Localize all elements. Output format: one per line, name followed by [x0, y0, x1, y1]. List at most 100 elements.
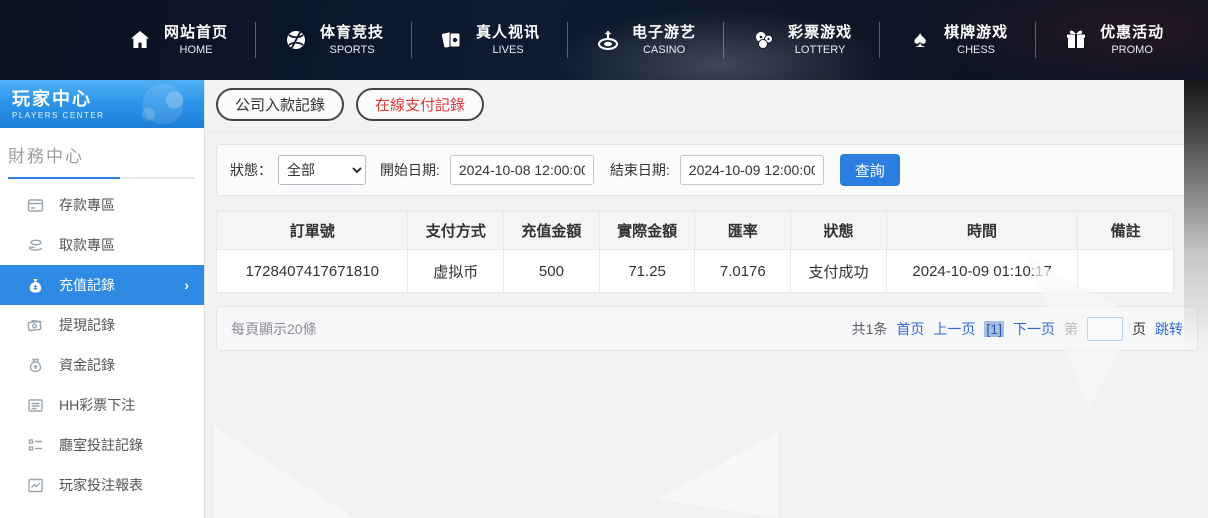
sidebar-item-player-bet-report[interactable]: 玩家投注報表: [0, 465, 204, 505]
sidebar-item-hh-lottery-bets[interactable]: HH彩票下注: [0, 385, 204, 425]
filter-bar: 狀態： 全部 開始日期: 結束日期: 查詢: [216, 144, 1198, 196]
report-chart-icon: [27, 477, 44, 494]
sidebar-title: 玩家中心: [12, 87, 204, 111]
sidebar-menu: 存款專區 取款專區 充值記錄 › 提現記錄 資金記錄: [0, 185, 204, 505]
page-size-text: 每頁顯示20條: [231, 319, 317, 339]
next-page-link[interactable]: 下一页: [1013, 319, 1055, 339]
cell-status: 支付成功: [791, 250, 887, 293]
finance-section-header: 財務中心: [0, 128, 204, 179]
nav-label-zh: 电子游艺: [632, 23, 696, 43]
jump-action-link[interactable]: 跳转: [1155, 319, 1183, 339]
list-icon: [27, 397, 44, 414]
nav-item-casino[interactable]: 电子游艺 CASINO: [568, 23, 723, 57]
col-header-actual-amount: 實際金額: [599, 212, 695, 250]
nav-label-zh: 彩票游戏: [788, 23, 852, 43]
record-tabs: 公司入款記錄 在線支付記錄: [206, 80, 1208, 132]
funds-bag-icon: [27, 357, 44, 374]
personal-center-section-title: 個人中心: [0, 505, 204, 518]
tab-company-deposit-records[interactable]: 公司入款記錄: [216, 88, 344, 121]
checklist-icon: [27, 437, 44, 454]
money-bag-icon: [27, 277, 44, 294]
home-icon: [127, 27, 153, 53]
players-center-header: 玩家中心 PLAYERS CENTER: [0, 80, 204, 128]
nav-label-en: CHESS: [944, 43, 1008, 57]
spade-icon: ♠: [907, 27, 933, 53]
cell-order-no: 1728407417671810: [217, 250, 408, 293]
nav-item-lives[interactable]: 真人视讯 LIVES: [412, 23, 567, 57]
sidebar-item-withdraw-zone[interactable]: 取款專區: [0, 225, 204, 265]
chevron-right-icon: ›: [184, 277, 189, 293]
cell-exchange-rate: 7.0176: [695, 250, 791, 293]
sports-ball-icon: [283, 27, 309, 53]
col-header-recharge-amount: 充值金額: [504, 212, 600, 250]
col-header-exchange-rate: 匯率: [695, 212, 791, 250]
tab-online-payment-records[interactable]: 在線支付記錄: [356, 88, 484, 121]
cash-note-icon: [27, 317, 44, 334]
playing-cards-icon: [439, 27, 465, 53]
col-header-status: 狀態: [791, 212, 887, 250]
sidebar-item-label: 存款專區: [59, 195, 115, 215]
nav-label-zh: 优惠活动: [1100, 23, 1164, 43]
nav-item-home[interactable]: 网站首页 HOME: [100, 23, 255, 57]
lottery-balls-icon: [751, 27, 777, 53]
nav-label-zh: 体育竞技: [320, 23, 384, 43]
sidebar-item-label: 廳室投註記錄: [59, 435, 143, 455]
nav-label-zh: 棋牌游戏: [944, 23, 1008, 43]
nav-item-chess[interactable]: ♠ 棋牌游戏 CHESS: [880, 23, 1035, 57]
cell-remark: [1078, 250, 1174, 293]
col-header-remark: 備註: [1078, 212, 1174, 250]
finance-section-title: 財務中心: [8, 142, 194, 177]
search-button[interactable]: 查詢: [840, 154, 900, 186]
table-header-row: 訂單號 支付方式 充值金額 實際金額 匯率 狀態 時間 備註: [217, 212, 1174, 250]
sidebar-item-withdrawal-records[interactable]: 提現記錄: [0, 305, 204, 345]
nav-label-en: LOTTERY: [788, 43, 852, 57]
sidebar-item-funds-records[interactable]: 資金記錄: [0, 345, 204, 385]
status-label: 狀態：: [230, 160, 272, 180]
table-row: 1728407417671810 虚拟币 500 71.25 7.0176 支付…: [217, 250, 1174, 293]
roulette-icon: [595, 27, 621, 53]
nav-item-sports[interactable]: 体育竞技 SPORTS: [256, 23, 411, 57]
total-count-text: 共1条: [852, 319, 888, 339]
nav-item-promo[interactable]: 优惠活动 PROMO: [1036, 23, 1191, 57]
sidebar-item-deposit-zone[interactable]: 存款專區: [0, 185, 204, 225]
status-select[interactable]: 全部: [278, 155, 366, 185]
sidebar: 玩家中心 PLAYERS CENTER 財務中心 存款專區 取款專區 充值記錄 …: [0, 80, 205, 518]
nav-label-zh: 网站首页: [164, 23, 228, 43]
decorative-triangle: [658, 432, 778, 518]
prev-page-link[interactable]: 上一页: [933, 319, 975, 339]
col-header-order-no: 訂單號: [217, 212, 408, 250]
nav-label-en: CASINO: [632, 43, 696, 57]
top-navigation: 网站首页 HOME 体育竞技 SPORTS 真人视讯 LIVES 电子游艺 CA…: [0, 0, 1208, 80]
start-date-input[interactable]: [450, 155, 594, 185]
sidebar-subtitle: PLAYERS CENTER: [12, 111, 204, 120]
sidebar-item-label: 資金記錄: [59, 355, 115, 375]
nav-label-zh: 真人视讯: [476, 23, 540, 43]
nav-item-lottery[interactable]: 彩票游戏 LOTTERY: [724, 23, 879, 57]
nav-label-en: LIVES: [476, 43, 540, 57]
first-page-link[interactable]: 首页: [896, 319, 924, 339]
withdraw-hand-icon: [27, 237, 44, 254]
deposit-card-icon: [27, 197, 44, 214]
decorative-triangle: [214, 426, 354, 518]
col-header-time: 時間: [886, 212, 1077, 250]
sidebar-item-recharge-records[interactable]: 充值記錄 ›: [0, 265, 204, 305]
cell-recharge-amount: 500: [504, 250, 600, 293]
current-page-indicator: [1]: [984, 321, 1004, 337]
nav-label-en: PROMO: [1100, 43, 1164, 57]
sidebar-item-label: 取款專區: [59, 235, 115, 255]
sidebar-item-label: HH彩票下注: [59, 395, 135, 415]
sidebar-item-label: 玩家投注報表: [59, 475, 143, 495]
sidebar-item-room-bet-records[interactable]: 廳室投註記錄: [0, 425, 204, 465]
end-date-input[interactable]: [680, 155, 824, 185]
section-underline: [8, 177, 194, 179]
nav-label-en: SPORTS: [320, 43, 384, 57]
background-gradient-strip: [1184, 80, 1208, 350]
sidebar-item-label: 充值記錄: [59, 275, 115, 295]
gift-icon: [1063, 27, 1089, 53]
cell-actual-amount: 71.25: [599, 250, 695, 293]
recharge-records-table: 訂單號 支付方式 充值金額 實際金額 匯率 狀態 時間 備註 172840741…: [216, 211, 1174, 293]
main-content: 公司入款記錄 在線支付記錄 狀態： 全部 開始日期: 結束日期: 查詢 訂單號 …: [206, 80, 1208, 518]
start-date-label: 開始日期:: [380, 160, 440, 180]
col-header-payment-method: 支付方式: [408, 212, 504, 250]
cell-payment-method: 虚拟币: [408, 250, 504, 293]
